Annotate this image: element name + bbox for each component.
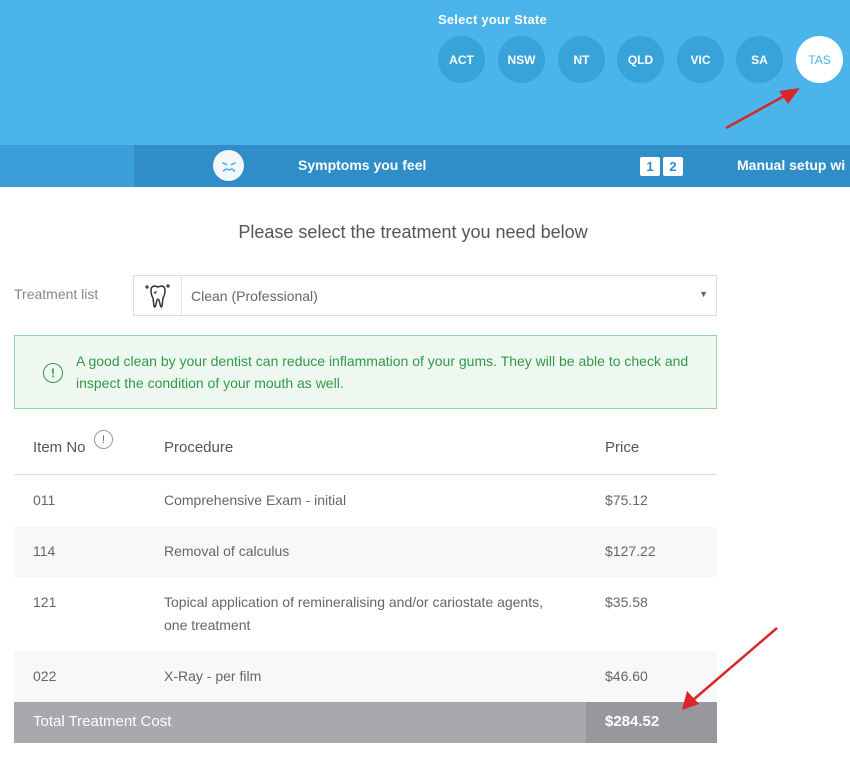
table-row: 121 Topical application of remineralisin… bbox=[14, 577, 717, 651]
page-heading: Please select the treatment you need bel… bbox=[238, 222, 588, 242]
state-button-qld[interactable]: QLD bbox=[617, 36, 664, 83]
treatment-list-label: Treatment list bbox=[14, 286, 99, 302]
sparkling-tooth-icon bbox=[134, 276, 182, 315]
row-procedure: Topical application of remineralising an… bbox=[164, 594, 543, 633]
treatment-select[interactable]: Clean (Professional) ▼ bbox=[133, 275, 717, 316]
step-digit-one: 1 bbox=[640, 157, 660, 176]
step-manual-setup-tab[interactable]: Manual setup wi bbox=[737, 157, 845, 173]
state-button-nt[interactable]: NT bbox=[558, 36, 605, 83]
row-item-no: 011 bbox=[33, 492, 56, 508]
total-cost-label: Total Treatment Cost bbox=[33, 713, 172, 730]
table-row: 114 Removal of calculus $127.22 bbox=[14, 527, 717, 577]
total-cost-cell: $284.52 bbox=[586, 702, 717, 743]
row-item-no: 114 bbox=[33, 543, 56, 559]
row-price: $35.58 bbox=[605, 594, 648, 610]
total-cost-value: $284.52 bbox=[605, 713, 660, 730]
table-row: 022 X-Ray - per film $46.60 bbox=[14, 651, 717, 702]
step-digit-two: 2 bbox=[663, 157, 683, 176]
state-selector-band bbox=[0, 0, 850, 145]
chevron-down-icon: ▼ bbox=[699, 289, 708, 299]
item-no-info-icon[interactable]: ! bbox=[94, 430, 113, 449]
state-button-vic[interactable]: VIC bbox=[677, 36, 724, 83]
state-button-nsw[interactable]: NSW bbox=[498, 36, 545, 83]
state-selector-title: Select your State bbox=[438, 12, 547, 27]
row-item-no: 022 bbox=[33, 668, 57, 684]
row-procedure: Removal of calculus bbox=[164, 543, 290, 559]
row-price: $46.60 bbox=[605, 668, 648, 684]
column-header-item-no: Item No bbox=[33, 439, 86, 456]
row-procedure: X-Ray - per film bbox=[164, 668, 262, 684]
total-treatment-cost-row: Total Treatment Cost $284.52 bbox=[14, 702, 717, 743]
step-symptoms-tab[interactable]: Symptoms you feel bbox=[298, 157, 426, 173]
column-header-procedure: Procedure bbox=[164, 439, 234, 456]
treatment-info-text: A good clean by your dentist can reduce … bbox=[76, 353, 689, 391]
state-button-sa[interactable]: SA bbox=[736, 36, 783, 83]
table-row: 011 Comprehensive Exam - initial $75.12 bbox=[14, 475, 717, 527]
row-price: $75.12 bbox=[605, 492, 648, 508]
state-button-tas[interactable]: TAS bbox=[796, 36, 843, 83]
manual-steps-icon: 1 2 bbox=[640, 157, 684, 176]
row-item-no: 121 bbox=[33, 594, 57, 610]
info-circle-icon: ! bbox=[43, 363, 63, 383]
row-price: $127.22 bbox=[605, 543, 656, 559]
row-procedure: Comprehensive Exam - initial bbox=[164, 492, 347, 508]
state-button-act[interactable]: ACT bbox=[438, 36, 485, 83]
column-header-price: Price bbox=[605, 439, 640, 456]
steps-bar-left-section bbox=[0, 145, 134, 187]
treatment-info-alert: ! A good clean by your dentist can reduc… bbox=[14, 335, 717, 409]
treatment-select-value: Clean (Professional) bbox=[191, 288, 318, 304]
sad-face-icon bbox=[213, 150, 244, 181]
